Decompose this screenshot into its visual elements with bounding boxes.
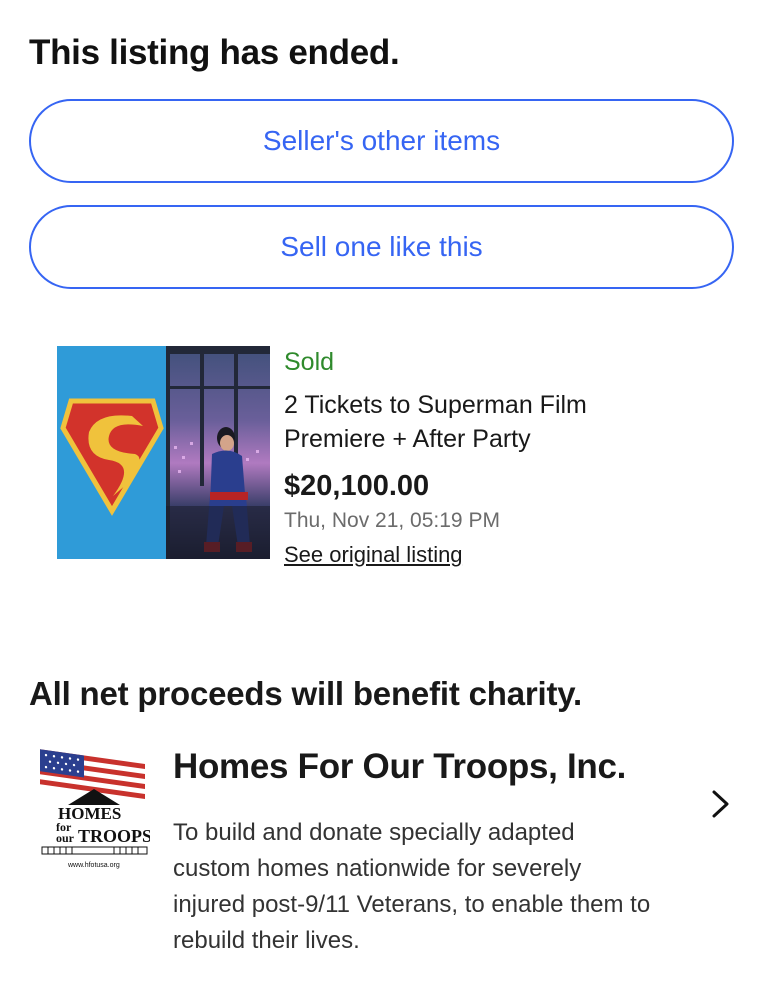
item-price: $20,100.00	[284, 470, 430, 502]
charity-name: Homes For Our Troops, Inc.	[173, 747, 627, 786]
superman-figure-image	[166, 346, 270, 559]
logo-text-our: our	[56, 831, 75, 845]
superman-shield-icon	[57, 346, 166, 559]
sellers-other-items-button[interactable]: Seller's other items	[29, 99, 734, 183]
see-original-listing-link[interactable]: See original listing	[284, 542, 463, 568]
charity-heading: All net proceeds will benefit charity.	[29, 675, 582, 712]
listing-ended-heading: This listing has ended.	[29, 33, 400, 72]
sell-one-like-this-button[interactable]: Sell one like this	[29, 205, 734, 289]
item-image[interactable]	[57, 346, 270, 559]
sold-status: Sold	[284, 348, 335, 376]
charity-logo: HOMES for our TROOPS www.hfotusa.org	[38, 747, 152, 872]
item-title[interactable]: 2 Tickets to Superman Film Premiere + Af…	[284, 388, 644, 456]
sold-date: Thu, Nov 21, 05:19 PM	[284, 509, 500, 532]
charity-description: To build and donate specially adapted cu…	[173, 819, 651, 954]
charity-row[interactable]: HOMES for our TROOPS www.hfotusa.org Hom…	[0, 735, 762, 965]
logo-text-troops: TROOPS	[78, 826, 150, 846]
chevron-right-icon[interactable]	[708, 788, 734, 820]
logo-url-text: www.hfotusa.org	[67, 862, 120, 869]
